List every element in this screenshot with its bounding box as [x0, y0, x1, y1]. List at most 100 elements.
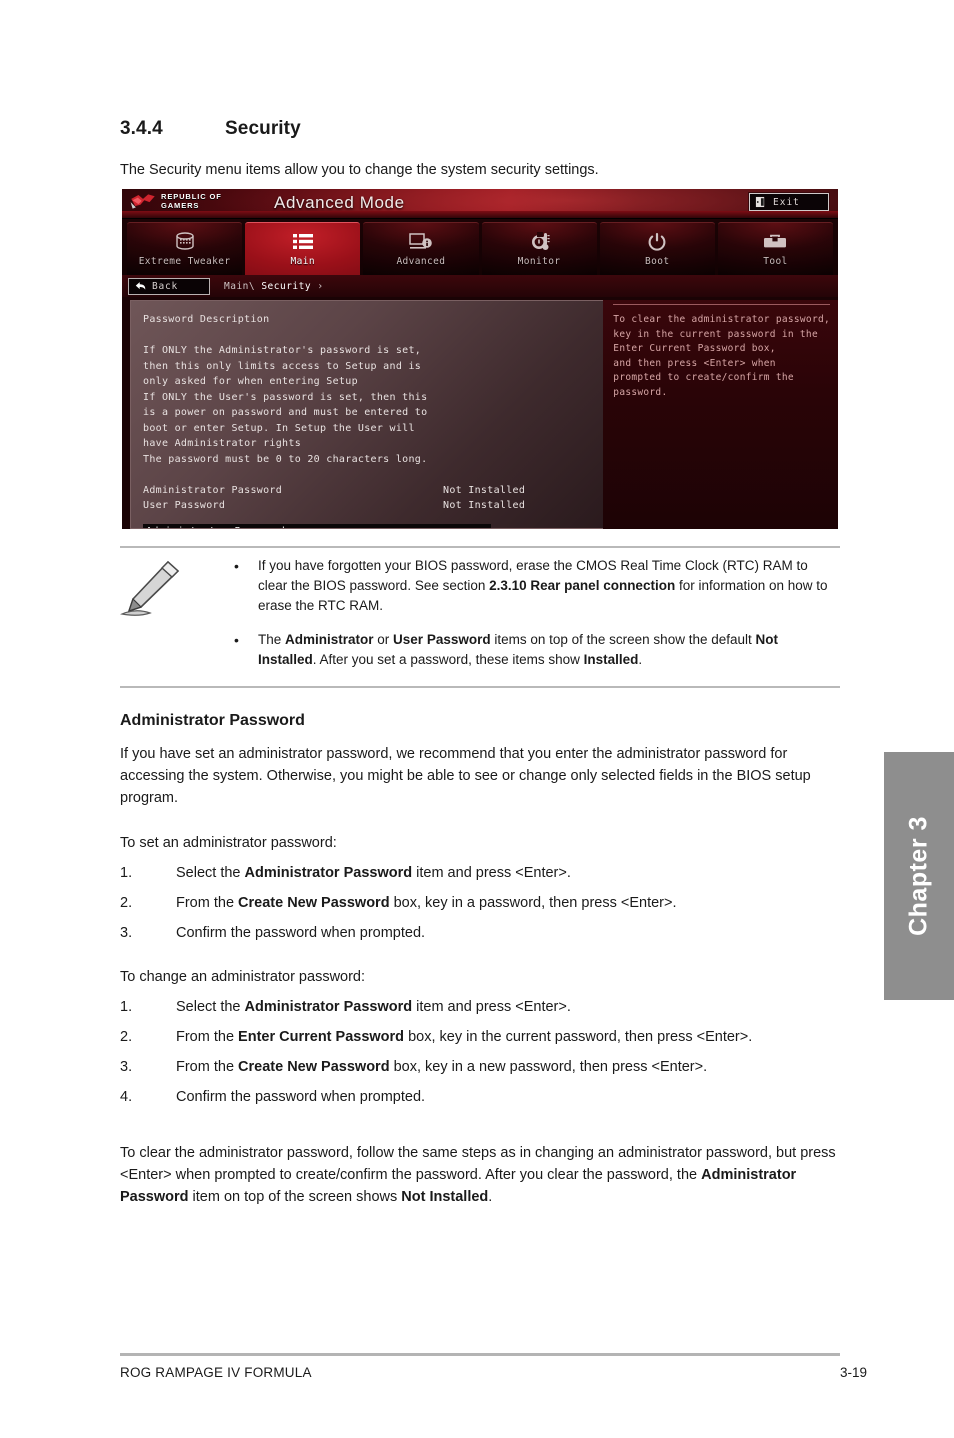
- step-item: 3. Confirm the password when prompted.: [120, 922, 840, 944]
- clear-password-paragraph: To clear the administrator password, fol…: [120, 1145, 836, 1205]
- description-line: boot or enter Setup. In Setup the User w…: [143, 422, 415, 434]
- note-list: • If you have forgotten your BIOS passwo…: [220, 556, 840, 684]
- description-line: have Administrator rights: [143, 438, 302, 449]
- help-divider: [613, 304, 830, 305]
- help-line: and then press <Enter> when: [613, 357, 776, 369]
- list-icon: [292, 231, 314, 252]
- section-intro: The Security menu items allow you to cha…: [120, 162, 599, 178]
- step-number: 2.: [120, 895, 133, 911]
- step-text: From the Create New Password box, key in…: [176, 1059, 708, 1075]
- step-number: 2.: [120, 1029, 133, 1045]
- change-password-steps: 1. Select the Administrator Password ite…: [120, 996, 840, 1116]
- bios-tab-extreme-tweaker[interactable]: Extreme Tweaker: [127, 222, 243, 275]
- footer-divider: [120, 1353, 840, 1356]
- bios-tab-label: Boot: [645, 256, 670, 267]
- step-item: 2. From the Enter Current Password box, …: [120, 1026, 840, 1048]
- note-item: • The Administrator or User Password ite…: [220, 630, 838, 670]
- note-callout: • If you have forgotten your BIOS passwo…: [119, 546, 840, 688]
- step-text: From the Enter Current Password box, key…: [176, 1029, 753, 1045]
- status-label: Administrator Password: [143, 484, 283, 496]
- manual-page: 3.4.4 Security The Security menu items al…: [0, 0, 954, 1438]
- note-bullet: •: [234, 632, 239, 648]
- step-item: 3. From the Create New Password box, key…: [120, 1056, 840, 1078]
- bios-content-area: Password Description If ONLY the Adminis…: [122, 297, 838, 529]
- description-line: If ONLY the Administrator's password is …: [143, 345, 422, 356]
- status-value: Not Installed: [443, 500, 526, 511]
- step-number: 1.: [120, 865, 133, 881]
- step-number: 4.: [120, 1089, 133, 1105]
- note-text: The Administrator or User Password items…: [258, 632, 778, 667]
- bios-tab-bar: Extreme Tweaker Main Advanced Monitor Bo…: [122, 219, 838, 275]
- change-password-intro: To change an administrator password:: [120, 969, 366, 985]
- section-number: 3.4.4: [120, 118, 163, 139]
- set-password-intro: To set an administrator password:: [120, 835, 337, 851]
- bios-tab-advanced[interactable]: Advanced: [363, 222, 479, 275]
- back-arrow-icon: [135, 282, 146, 290]
- step-number: 3.: [120, 925, 133, 941]
- breadcrumb: Main\ Security ›: [224, 280, 324, 292]
- footer-product-name: ROG RAMPAGE IV FORMULA: [120, 1365, 312, 1380]
- step-item: 1. Select the Administrator Password ite…: [120, 996, 840, 1018]
- tweaker-icon: [174, 231, 196, 252]
- exit-button[interactable]: Exit: [749, 193, 829, 211]
- gauge-thermometer-icon: [528, 231, 550, 252]
- note-pencil-icon: [119, 556, 220, 684]
- password-description-title: Password Description: [143, 314, 270, 325]
- status-value: Not Installed: [443, 484, 526, 496]
- description-line: then this only limits access to Setup an…: [143, 360, 422, 372]
- help-line: key in the current password in the: [613, 328, 818, 340]
- power-icon: [647, 231, 667, 252]
- bios-tab-label: Tool: [763, 256, 788, 267]
- step-item: 4. Confirm the password when prompted.: [120, 1086, 840, 1108]
- bios-main-panel: Password Description If ONLY the Adminis…: [130, 300, 604, 529]
- rog-wordmark: REPUBLIC OF GAMERS: [161, 192, 222, 210]
- bios-tab-label: Extreme Tweaker: [138, 256, 231, 267]
- bios-tab-monitor[interactable]: Monitor: [481, 222, 597, 275]
- description-line: is a power on password and must be enter…: [143, 407, 428, 418]
- rog-eye-icon: [130, 194, 155, 209]
- description-line: The password must be 0 to 20 characters …: [143, 453, 428, 465]
- bios-tab-boot[interactable]: Boot: [599, 222, 715, 275]
- chapter-tab-label: Chapter 3: [904, 816, 933, 936]
- bios-breadcrumb-bar: Back Main\ Security ›: [122, 275, 838, 297]
- step-text: From the Create New Password box, key in…: [176, 895, 677, 911]
- bios-tab-label: Main: [290, 256, 315, 267]
- help-line: To clear the administrator password,: [613, 314, 830, 325]
- admin-password-heading: Administrator Password: [120, 712, 305, 729]
- bios-tab-tool[interactable]: Tool: [717, 222, 834, 275]
- breadcrumb-current: Security: [261, 280, 312, 292]
- step-text: Select the Administrator Password item a…: [176, 999, 571, 1015]
- note-text: If you have forgotten your BIOS password…: [258, 558, 828, 613]
- bios-screenshot: REPUBLIC OF GAMERS Advanced Mode Exit Ex…: [122, 189, 838, 529]
- exit-button-label: Exit: [773, 196, 800, 208]
- step-item: 1. Select the Administrator Password ite…: [120, 862, 840, 884]
- note-bottom-divider: [120, 686, 840, 688]
- rog-logo: REPUBLIC OF GAMERS: [130, 192, 222, 210]
- bios-tab-label: Monitor: [517, 256, 561, 267]
- description-line: If ONLY the User's password is set, then…: [143, 391, 428, 403]
- menu-item-administrator-password[interactable]: Administrator Password: [143, 523, 491, 528]
- bios-help-panel: To clear the administrator password, key…: [603, 300, 838, 529]
- step-text: Confirm the password when prompted.: [176, 925, 426, 941]
- help-line: password.: [613, 386, 668, 398]
- section-title: Security: [225, 118, 301, 139]
- admin-password-paragraph: If you have set an administrator passwor…: [120, 746, 811, 806]
- status-row: User Password Not Installed: [143, 498, 603, 514]
- exit-door-icon: [755, 196, 765, 208]
- step-number: 1.: [120, 999, 133, 1015]
- note-bullet: •: [234, 558, 239, 574]
- set-password-steps: 1. Select the Administrator Password ite…: [120, 862, 840, 952]
- back-button[interactable]: Back: [128, 277, 210, 295]
- bios-tab-label: Advanced: [396, 256, 446, 267]
- bios-mode-title: Advanced Mode: [274, 193, 405, 212]
- status-row: Administrator Password Not Installed: [143, 483, 603, 499]
- chapter-tab: Chapter 3: [884, 752, 954, 1000]
- help-line: prompted to create/confirm the: [613, 372, 794, 383]
- toolbox-icon: [763, 231, 787, 252]
- back-button-label: Back: [152, 280, 179, 292]
- step-item: 2. From the Create New Password box, key…: [120, 892, 840, 914]
- bios-tab-main[interactable]: Main: [245, 222, 361, 275]
- footer-page-number: 3-19: [840, 1365, 868, 1380]
- page-title: 3.4.4 Security: [120, 118, 301, 140]
- status-label: User Password: [143, 500, 226, 511]
